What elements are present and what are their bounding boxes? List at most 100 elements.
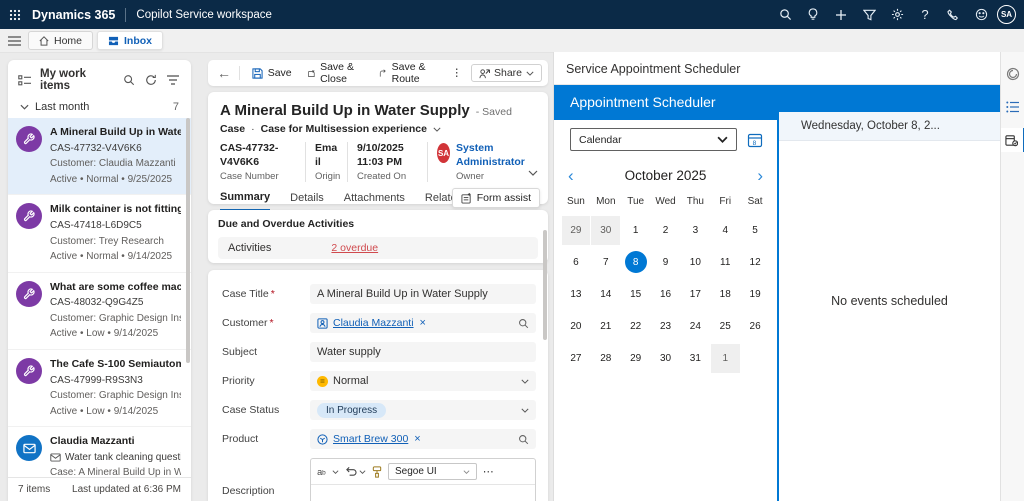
sidebar-scrollbar[interactable]	[186, 118, 190, 363]
next-month-icon[interactable]: ›	[753, 167, 767, 184]
calendar-day-2[interactable]: 2	[651, 216, 680, 245]
smiley-icon[interactable]	[969, 3, 993, 27]
subject-input[interactable]: Water supply	[310, 342, 536, 362]
work-item-5[interactable]: Claudia Mazzanti Water tank cleaning ques…	[8, 427, 191, 477]
tab-attachments[interactable]: Attachments	[344, 191, 405, 211]
text-style-button[interactable]: ab	[317, 466, 339, 477]
search-icon[interactable]	[123, 74, 139, 86]
calendar-day-7[interactable]: 7	[591, 248, 620, 277]
user-avatar[interactable]: SA	[997, 5, 1016, 24]
product-chip-link[interactable]: Smart Brew 300	[333, 433, 408, 445]
calendar-day-10[interactable]: 10	[681, 248, 710, 277]
refresh-icon[interactable]	[145, 74, 161, 86]
brand-title[interactable]: Dynamics 365	[32, 8, 115, 22]
filter-icon[interactable]	[857, 3, 881, 27]
phone-icon[interactable]	[941, 3, 965, 27]
lightbulb-icon[interactable]	[801, 3, 825, 27]
previous-month-icon[interactable]: ‹	[564, 167, 578, 184]
calendar-day-6[interactable]: 6	[562, 248, 591, 277]
work-item-1[interactable]: A Mineral Build Up in Water Supply CAS-47…	[8, 118, 191, 196]
calendar-day-21[interactable]: 21	[591, 312, 620, 341]
waffle-icon[interactable]	[0, 0, 30, 29]
work-item-4[interactable]: The Cafe S-100 Semiautomatic has ... CAS-…	[8, 350, 191, 427]
tab-inbox[interactable]: Inbox	[97, 31, 164, 50]
app-name[interactable]: Copilot Service workspace	[136, 9, 272, 21]
more-commands-icon[interactable]: ⋮	[444, 64, 469, 82]
calendar-day-18[interactable]: 18	[711, 280, 740, 309]
sort-filter-icon[interactable]	[167, 75, 183, 85]
toolbar-more-icon[interactable]: ⋯	[483, 465, 494, 478]
queue-icon[interactable]	[18, 74, 34, 86]
owner-value[interactable]: System Administrator	[456, 142, 527, 169]
format-painter-icon[interactable]	[372, 465, 382, 478]
calendar-day-30[interactable]: 30	[591, 215, 621, 245]
calendar-day-31[interactable]: 31	[681, 344, 710, 373]
form-selector[interactable]: Case for Multisession experience	[261, 123, 427, 135]
calendar-day-19[interactable]: 19	[741, 280, 770, 309]
center-scrollbar[interactable]	[543, 230, 547, 340]
chevron-down-icon[interactable]	[433, 127, 441, 132]
calendar-day-14[interactable]: 14	[591, 280, 620, 309]
lookup-search-icon[interactable]	[518, 318, 529, 329]
calendar-day-29[interactable]: 29	[621, 344, 650, 373]
undo-button[interactable]	[345, 466, 366, 477]
calendar-day-28[interactable]: 28	[591, 344, 620, 373]
help-icon[interactable]: ?	[913, 3, 937, 27]
copilot-icon[interactable]	[1001, 62, 1024, 86]
view-select[interactable]: Calendar	[570, 128, 737, 151]
appointment-booking-icon[interactable]	[1000, 128, 1024, 152]
font-family-select[interactable]: Segoe UI	[388, 463, 477, 480]
priority-select[interactable]: = Normal	[310, 371, 536, 391]
back-icon[interactable]: ←	[214, 65, 234, 81]
calendar-day-17[interactable]: 17	[681, 280, 710, 309]
calendar-day-13[interactable]: 13	[562, 280, 591, 309]
form-assist-button[interactable]: Form assist	[451, 188, 540, 209]
work-item-3[interactable]: What are some coffee machines cl... CAS-4…	[8, 273, 191, 350]
save-close-button[interactable]: Save & Close	[301, 58, 371, 88]
agent-script-icon[interactable]	[1001, 95, 1024, 119]
calendar-day-26[interactable]: 26	[741, 312, 770, 341]
description-textarea[interactable]	[311, 485, 535, 501]
calendar-day-12[interactable]: 12	[741, 248, 770, 277]
calendar-day-8[interactable]: 8	[621, 248, 650, 277]
calendar-day-24[interactable]: 24	[681, 312, 710, 341]
save-button[interactable]: Save	[245, 64, 299, 82]
description-editor[interactable]: ab Segoe UI ⋯	[310, 458, 536, 501]
save-route-button[interactable]: Save & Route	[372, 58, 442, 88]
calendar-day-20[interactable]: 20	[562, 312, 591, 341]
case-title-input[interactable]: A Mineral Build Up in Water Supply	[310, 284, 536, 304]
calendar-day-30[interactable]: 30	[651, 344, 680, 373]
calendar-day-23[interactable]: 23	[651, 312, 680, 341]
lookup-search-icon[interactable]	[518, 434, 529, 445]
hamburger-icon[interactable]	[0, 29, 28, 53]
calendar-day-1[interactable]: 1	[621, 216, 650, 245]
calendar-day-15[interactable]: 15	[621, 280, 650, 309]
calendar-day-5[interactable]: 5	[741, 216, 770, 245]
share-button[interactable]: Share	[470, 64, 543, 82]
collapse-header-icon[interactable]	[528, 170, 538, 176]
calendar-day-27[interactable]: 27	[562, 344, 591, 373]
calendar-day-29[interactable]: 29	[561, 215, 591, 245]
tab-details[interactable]: Details	[290, 191, 324, 211]
group-last-month[interactable]: Last month 7	[8, 98, 191, 118]
search-icon[interactable]	[773, 3, 797, 27]
plus-icon[interactable]	[829, 3, 853, 27]
calendar-day-3[interactable]: 3	[681, 216, 710, 245]
remove-product-icon[interactable]: ×	[414, 433, 420, 445]
product-lookup[interactable]: Smart Brew 300 ×	[310, 429, 536, 449]
customer-lookup[interactable]: Claudia Mazzanti ×	[310, 313, 536, 333]
tab-summary[interactable]: Summary	[220, 191, 271, 212]
calendar-day-4[interactable]: 4	[711, 216, 740, 245]
remove-customer-icon[interactable]: ×	[420, 317, 426, 329]
calendar-day-9[interactable]: 9	[651, 248, 680, 277]
calendar-day-1[interactable]: 1	[710, 343, 740, 373]
overdue-link[interactable]: 2 overdue	[331, 242, 378, 254]
calendar-day-22[interactable]: 22	[621, 312, 650, 341]
tab-home[interactable]: Home	[28, 31, 94, 50]
work-item-2[interactable]: Milk container is not fitting CAS-47418-L…	[8, 195, 191, 273]
calendar-day-16[interactable]: 16	[651, 280, 680, 309]
customer-chip-link[interactable]: Claudia Mazzanti	[333, 317, 414, 329]
gear-icon[interactable]	[885, 3, 909, 27]
case-status-select[interactable]: In Progress	[310, 400, 536, 420]
calendar-day-25[interactable]: 25	[711, 312, 740, 341]
